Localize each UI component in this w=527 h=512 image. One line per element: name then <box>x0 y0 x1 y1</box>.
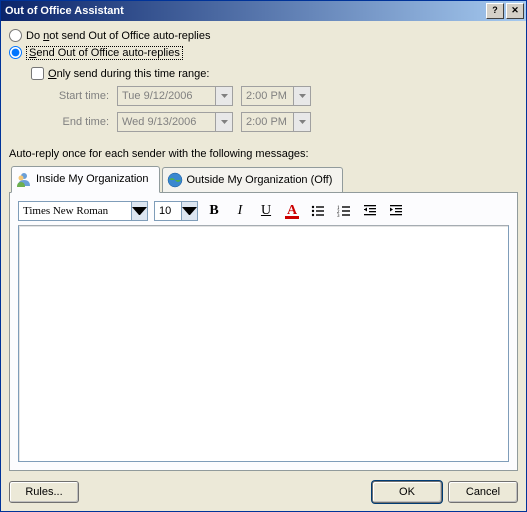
numbered-list-button[interactable]: 1 2 3 <box>334 201 354 221</box>
decrease-indent-button[interactable] <box>360 201 380 221</box>
rules-button[interactable]: Rules... <box>9 481 79 503</box>
increase-indent-button[interactable] <box>386 201 406 221</box>
window-title: Out of Office Assistant <box>5 5 486 17</box>
tab-inside-label: Inside My Organization <box>36 173 149 185</box>
radio-do-not-send[interactable] <box>9 29 22 42</box>
formatting-toolbar: Times New Roman 10 B I U A <box>18 201 509 221</box>
auto-reply-section-label: Auto-reply once for each sender with the… <box>9 148 518 160</box>
person-icon <box>16 171 32 187</box>
svg-text:3: 3 <box>337 214 340 219</box>
help-button[interactable]: ? <box>486 3 504 19</box>
tabs-area: Inside My Organization Outside My Organi… <box>9 166 518 471</box>
title-bar: Out of Office Assistant ? ✕ <box>1 1 526 21</box>
bullet-list-icon <box>310 203 326 219</box>
bold-button[interactable]: B <box>204 201 224 221</box>
underline-button[interactable]: U <box>256 201 276 221</box>
ok-button[interactable]: OK <box>372 481 442 503</box>
end-time-row: End time: Wed 9/13/2006 2:00 PM <box>31 112 518 132</box>
tab-outside-label: Outside My Organization (Off) <box>187 174 333 186</box>
radio-send-label: Send Out of Office auto-replies <box>26 47 183 59</box>
end-time-dropdown[interactable]: 2:00 PM <box>241 112 311 132</box>
chevron-down-icon <box>293 87 310 105</box>
only-send-label: Only send during this time range: <box>48 68 209 80</box>
dialog-footer: Rules... OK Cancel <box>9 471 518 503</box>
dialog-body: Do not send Out of Office auto-replies S… <box>1 21 526 511</box>
message-editor[interactable] <box>18 225 509 462</box>
font-color-button[interactable]: A <box>282 201 302 221</box>
only-send-checkbox[interactable] <box>31 67 44 80</box>
only-send-row[interactable]: Only send during this time range: <box>31 67 518 80</box>
numbered-list-icon: 1 2 3 <box>336 203 352 219</box>
italic-button[interactable]: I <box>230 201 250 221</box>
indent-icon <box>388 203 404 219</box>
start-time-label: Start time: <box>31 90 109 102</box>
start-time-row: Start time: Tue 9/12/2006 2:00 PM <box>31 86 518 106</box>
cancel-button[interactable]: Cancel <box>448 481 518 503</box>
start-time-dropdown[interactable]: 2:00 PM <box>241 86 311 106</box>
bullet-list-button[interactable] <box>308 201 328 221</box>
tab-panel: Times New Roman 10 B I U A <box>9 192 518 471</box>
tab-outside[interactable]: Outside My Organization (Off) <box>162 167 344 192</box>
tabs-header: Inside My Organization Outside My Organi… <box>9 166 518 192</box>
tab-inside[interactable]: Inside My Organization <box>11 166 160 193</box>
chevron-down-icon <box>293 113 310 131</box>
chevron-down-icon <box>215 87 232 105</box>
font-size-dropdown[interactable]: 10 <box>154 201 198 221</box>
radio-do-not-send-label: Do not send Out of Office auto-replies <box>26 30 210 42</box>
font-family-dropdown[interactable]: Times New Roman <box>18 201 148 221</box>
chevron-down-icon <box>181 202 197 220</box>
radio-do-not-send-row[interactable]: Do not send Out of Office auto-replies <box>9 29 518 42</box>
outdent-icon <box>362 203 378 219</box>
chevron-down-icon <box>215 113 232 131</box>
globe-icon <box>167 172 183 188</box>
chevron-down-icon <box>131 202 147 220</box>
time-range-group: Only send during this time range: Start … <box>31 67 518 138</box>
close-button[interactable]: ✕ <box>506 3 524 19</box>
start-date-dropdown[interactable]: Tue 9/12/2006 <box>117 86 233 106</box>
end-time-label: End time: <box>31 116 109 128</box>
out-of-office-dialog: Out of Office Assistant ? ✕ Do not send … <box>0 0 527 512</box>
radio-send-row[interactable]: Send Out of Office auto-replies <box>9 46 518 59</box>
end-date-dropdown[interactable]: Wed 9/13/2006 <box>117 112 233 132</box>
radio-send[interactable] <box>9 46 22 59</box>
